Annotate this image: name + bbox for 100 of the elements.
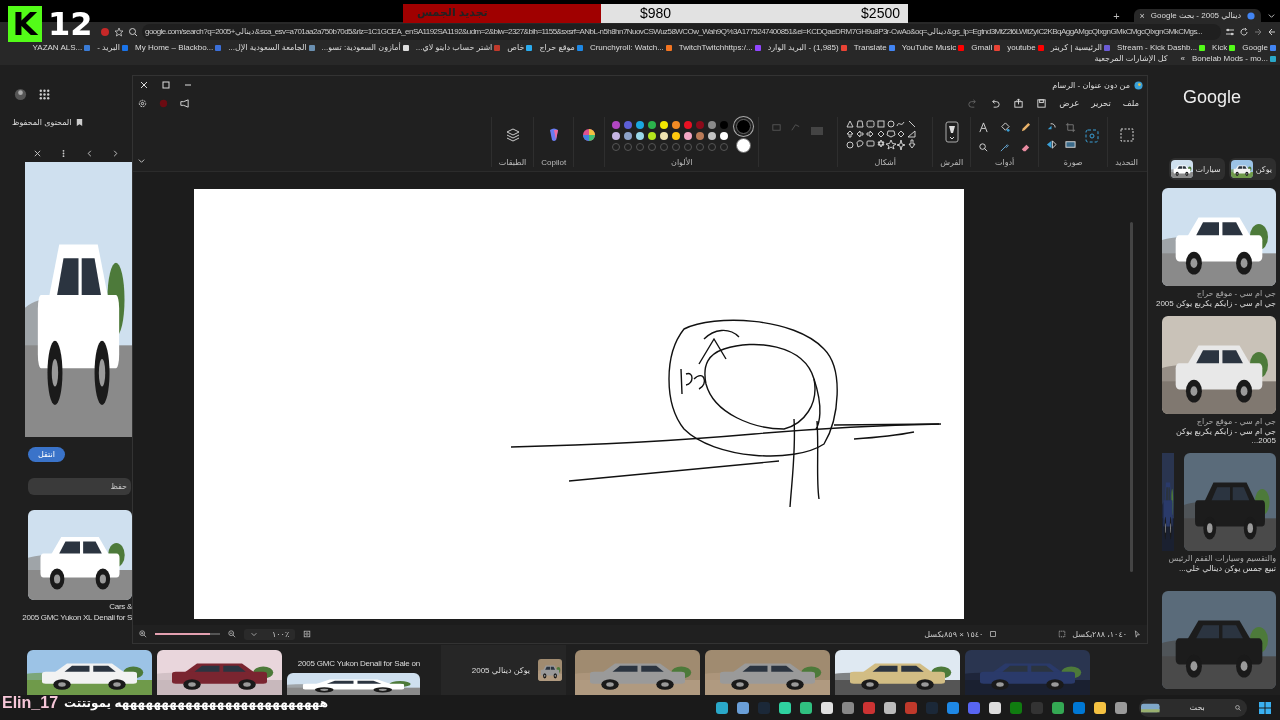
save-button[interactable]: حفظ [28,478,131,495]
tune-icon[interactable] [1225,27,1235,37]
app-icon[interactable] [800,701,812,714]
color-swatch[interactable] [648,121,657,129]
result-title[interactable]: تبيع جمس يوكن دينالي خلي... [1179,564,1276,573]
color-swatch[interactable] [672,121,681,129]
color-swatch[interactable] [648,132,657,140]
filter-chip[interactable]: يوكن [1228,158,1276,180]
scrollbar[interactable] [1130,222,1133,572]
previous-icon[interactable] [85,149,94,158]
lens-icon[interactable] [128,27,138,37]
text-icon[interactable] [978,122,990,133]
bookmark[interactable]: Google [1242,43,1268,53]
bookmark[interactable]: Translate [853,43,887,53]
color-swatch[interactable] [612,121,621,129]
tab-list-icon[interactable] [1267,11,1276,20]
bookmark[interactable]: youtube [1007,43,1036,53]
more-bookmarks-button[interactable]: » [1180,54,1185,64]
bookmark[interactable]: Bonelab Mods - mo... [1191,54,1268,64]
google-logo[interactable]: Google [1182,87,1241,108]
apps-grid-icon[interactable] [38,88,51,101]
back-icon[interactable] [1253,27,1263,37]
avatar-icon[interactable] [14,88,27,101]
app-icon[interactable] [884,701,896,714]
forward-icon[interactable] [1267,27,1277,37]
color-swatch[interactable] [660,132,669,140]
app-icon[interactable] [779,701,791,714]
result-title[interactable]: جي ام سي - زايكم يكربع يوكن 2005... [1150,427,1276,445]
star-icon[interactable] [114,27,124,37]
app-icon[interactable] [716,701,728,714]
current-color-swatch[interactable] [736,119,752,134]
fit-to-window-icon[interactable] [303,630,312,638]
extension-icon[interactable] [100,27,110,37]
selection-icon[interactable] [1118,127,1135,143]
bookmark[interactable]: أمازون السعودية: تسو... [321,43,401,53]
undo-icon[interactable] [990,97,1002,109]
zoom-dropdown[interactable]: ١٠٠٪ [244,628,296,640]
result-title[interactable]: جي ام سي - زايكم يكربع يوكن 2005 [1155,299,1276,308]
menu-item[interactable]: ملف [1122,98,1139,108]
menu-item[interactable]: عرض [1059,98,1080,108]
color-swatch[interactable] [684,121,693,129]
color-swatch[interactable] [636,121,645,129]
next-icon[interactable] [111,149,120,158]
color-swatch[interactable] [612,132,621,140]
app-icon[interactable] [1094,701,1106,714]
close-tab-button[interactable]: × [1139,10,1145,21]
bookmark[interactable]: TwitchTwitchhttps:/... [678,43,753,53]
zoom-in-icon[interactable] [139,630,147,638]
layers-icon[interactable] [504,127,521,143]
color-swatch[interactable] [684,132,693,140]
bookmark[interactable]: (1,985) - البريد الوارد [767,43,839,53]
color-swatch[interactable] [636,132,645,140]
color-swatch[interactable] [696,132,705,140]
color-swatch[interactable] [624,121,633,129]
current-color-swatch[interactable] [736,138,752,153]
share-icon[interactable] [1013,97,1025,109]
new-tab-button[interactable]: + [1113,10,1120,22]
settings-icon[interactable] [137,97,148,109]
browser-tab[interactable]: × دينالي 2005 - بحث Google [1133,9,1261,22]
color-swatch[interactable] [624,132,633,140]
brush-button[interactable] [944,121,959,143]
color-wheel-icon[interactable] [581,127,598,143]
bookmark[interactable]: Stream - Kick Dashb... [1117,43,1198,53]
bookmark[interactable]: اشتر حساب دايتو لاي... [415,43,493,53]
bookmark[interactable]: البريد - [97,43,121,53]
zoom-out-icon[interactable] [228,630,236,638]
bookmarks-folder[interactable]: كل الإشارات المرجعية [1094,54,1168,64]
bookmark[interactable]: My Home – Blackbo... [135,43,214,53]
flip-icon[interactable] [1046,139,1058,150]
color-picker-icon[interactable] [999,142,1011,153]
color-swatch[interactable] [720,121,729,129]
bookmark[interactable]: Kick [1212,43,1228,53]
close-icon[interactable] [33,149,42,158]
save-icon[interactable] [1036,97,1048,109]
bookmark[interactable]: موقع حراج [539,43,575,53]
bookmark[interactable]: الجامعة السعودية الإل... [228,43,307,53]
fill-icon[interactable] [999,122,1011,133]
color-swatch[interactable] [660,121,669,129]
bookmark[interactable]: خاص [507,43,525,53]
visit-button[interactable]: انتقل [28,447,65,462]
bookmark[interactable]: Gmail [971,43,993,53]
color-swatch[interactable] [708,132,717,140]
eraser-icon[interactable] [1020,142,1032,153]
magnifier-icon[interactable] [978,142,990,153]
color-swatch[interactable] [720,132,729,140]
reload-icon[interactable] [1239,27,1249,37]
bookmark[interactable]: YouTube Music [901,43,957,53]
resize-icon[interactable] [1065,139,1077,150]
address-field[interactable]: google.com/search?q=2005+دينالي&sca_esv=a701aa2a750b70d5&rlz=1C1GCEA_enSA1192SA1192&udm=2&biw=2327&bih=1155&sxsrf=ANbL-n5h8hn7NuovCSWuz58WCOw_Wah9Q%3A1775247400851&ei=KCDQaeDRM7GH9u8P3r-CwAo&oq=دينالي&gs_lp=Egtnd3MtZ2l6LWltZyIC2KBqAggAMgcQIxgnGMkCMgcQIxgnGMkCMgs... [142,24,1221,40]
app-icon[interactable] [1115,701,1127,714]
filter-chip[interactable]: سيارات [1168,158,1225,180]
app-icon[interactable] [989,701,1001,714]
color-swatch[interactable] [696,121,705,129]
app-icon[interactable] [821,701,833,714]
maximize-icon[interactable] [161,80,171,90]
bookmark[interactable]: Crunchyroll: Watch... [589,43,664,53]
bookmark[interactable]: الرئيسية | كريتر [1050,43,1103,53]
image-select-icon[interactable] [1084,128,1101,144]
bookmark[interactable]: YAZAN ALS... [32,43,83,53]
expand-icon[interactable] [137,156,146,165]
